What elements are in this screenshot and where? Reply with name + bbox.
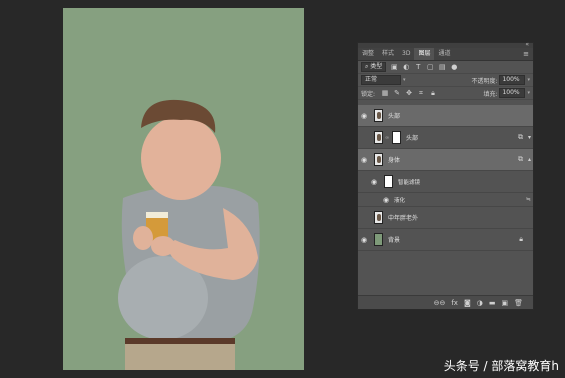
adjustment-layer-icon[interactable]: ◑ — [477, 299, 483, 307]
layer-mask-thumbnail[interactable] — [392, 131, 401, 144]
pixel-filter-icon[interactable]: ▣ — [390, 63, 398, 71]
folder-icon[interactable]: ▬ — [489, 299, 496, 307]
new-layer-icon[interactable]: ▣ — [501, 299, 508, 307]
filter-toggle-icon[interactable]: ● — [450, 63, 458, 71]
lock-transparent-icon[interactable]: ▦ — [381, 89, 389, 97]
lock-position-icon[interactable]: ✥ — [405, 89, 413, 97]
tab-styles[interactable]: 样式 — [378, 48, 398, 60]
filter-row: ⌕ 类型 ▣ ◐ T ▢ ▤ ● — [358, 61, 533, 74]
panel-tabs: 调整 样式 3D 图层 通道 ≡ — [358, 48, 533, 61]
type-filter-icon[interactable]: T — [414, 63, 422, 71]
eye-icon[interactable]: ◉ — [358, 214, 370, 222]
chevron-down-icon[interactable]: ▾ — [527, 77, 530, 83]
filter-options-icon[interactable]: ≒ — [526, 196, 531, 203]
eye-icon[interactable]: ◉ — [358, 134, 370, 142]
search-icon: ⌕ — [365, 63, 369, 70]
watermark: 头条号 / 部落窝教育h — [443, 359, 559, 373]
filter-row-liquify[interactable]: ◉ 液化 ≒ — [358, 193, 533, 207]
layer-name: 头部 — [388, 113, 401, 120]
fill-input[interactable]: 100% — [499, 88, 526, 98]
photo-subject — [118, 99, 260, 370]
link-icon[interactable]: ⊖⊖ — [434, 299, 446, 307]
lock-icon: 🔒︎ — [519, 235, 523, 243]
panel-menu-icon[interactable]: ≡ — [523, 48, 529, 60]
lock-label: 锁定: — [361, 90, 376, 98]
smart-object-icon: ⧉ — [518, 155, 523, 163]
lock-row: 锁定: ▦ ✎ ✥ ⌗ 🔒︎ 填充: 100% ▾ — [358, 87, 533, 100]
layer-row[interactable]: ◉ 身体 ⧉ ▴ — [358, 149, 533, 171]
lock-icon[interactable]: 🔒︎ — [429, 89, 437, 97]
blend-row: 正常 ▾ 不透明度: 100% ▾ — [358, 74, 533, 87]
filter-name: 液化 — [394, 197, 406, 204]
chevron-up-icon[interactable]: ▴ — [528, 156, 531, 163]
eye-icon[interactable]: ◉ — [358, 156, 370, 164]
smart-object-filter-icon[interactable]: ▤ — [438, 63, 446, 71]
filter-mask-thumbnail[interactable] — [384, 175, 393, 188]
layer-thumbnail — [374, 211, 383, 224]
layer-thumbnail — [374, 131, 383, 144]
eye-icon[interactable]: ◉ — [368, 178, 380, 186]
layers-list: ◉ 头部 ◉ ∞ 头部 ⧉ ▾ ◉ 身体 ⧉ ▴ ◉ 智能滤镜 ◉ 液化 — [358, 105, 533, 251]
blend-mode-select[interactable]: 正常 — [361, 75, 401, 85]
layers-panel: « 调整 样式 3D 图层 通道 ≡ ⌕ 类型 ▣ ◐ T ▢ ▤ ● 正常 ▾… — [357, 41, 534, 310]
layer-row[interactable]: ◉ 中年胖老外 — [358, 207, 533, 229]
shape-filter-icon[interactable]: ▢ — [426, 63, 434, 71]
add-mask-icon[interactable]: ◙ — [464, 299, 471, 307]
smart-object-icon: ⧉ — [518, 133, 523, 141]
tab-layers[interactable]: 图层 — [414, 48, 435, 60]
chevron-down-icon[interactable]: ▾ — [403, 77, 406, 83]
tab-3d[interactable]: 3D — [398, 48, 414, 60]
layer-thumbnail — [374, 109, 383, 122]
trash-icon[interactable]: 🗑︎ — [514, 299, 523, 307]
layer-name: 中年胖老外 — [388, 215, 419, 222]
layer-thumbnail — [374, 153, 383, 166]
layer-row[interactable]: ◉ 背景 🔒︎ — [358, 229, 533, 251]
layer-name: 身体 — [388, 157, 401, 164]
layer-row[interactable]: ◉ 头部 — [358, 105, 533, 127]
smart-filters-row[interactable]: ◉ 智能滤镜 — [358, 171, 533, 193]
tab-channels[interactable]: 通道 — [434, 48, 454, 60]
adjustment-filter-icon[interactable]: ◐ — [402, 63, 410, 71]
document-canvas[interactable] — [63, 8, 304, 370]
layers-bottom-bar: ⊖⊖ fx ◙ ◑ ▬ ▣ 🗑︎ — [358, 295, 533, 309]
collapse-icon[interactable]: « — [525, 41, 529, 48]
chevron-down-icon[interactable]: ▾ — [528, 134, 531, 141]
layer-name: 背景 — [388, 237, 401, 244]
eye-icon[interactable]: ◉ — [358, 112, 370, 120]
fill-label: 填充: — [483, 90, 498, 98]
lock-artboard-icon[interactable]: ⌗ — [417, 89, 425, 97]
fx-icon[interactable]: fx — [451, 299, 458, 307]
eye-icon[interactable]: ◉ — [380, 196, 392, 204]
layer-name: 头部 — [406, 135, 419, 142]
layer-row[interactable]: ◉ ∞ 头部 ⧉ ▾ — [358, 127, 533, 149]
layer-thumbnail — [374, 233, 383, 246]
filter-kind-select[interactable]: ⌕ 类型 — [361, 62, 387, 72]
smart-filters-label: 智能滤镜 — [398, 179, 421, 186]
chevron-down-icon[interactable]: ▾ — [527, 90, 530, 96]
eye-icon[interactable]: ◉ — [358, 236, 370, 244]
lock-image-icon[interactable]: ✎ — [393, 89, 401, 97]
opacity-input[interactable]: 100% — [499, 75, 526, 85]
opacity-label: 不透明度: — [471, 77, 498, 85]
link-icon: ∞ — [385, 134, 390, 141]
tab-adjustments[interactable]: 调整 — [358, 48, 378, 60]
filter-kind-label: 类型 — [370, 63, 383, 70]
